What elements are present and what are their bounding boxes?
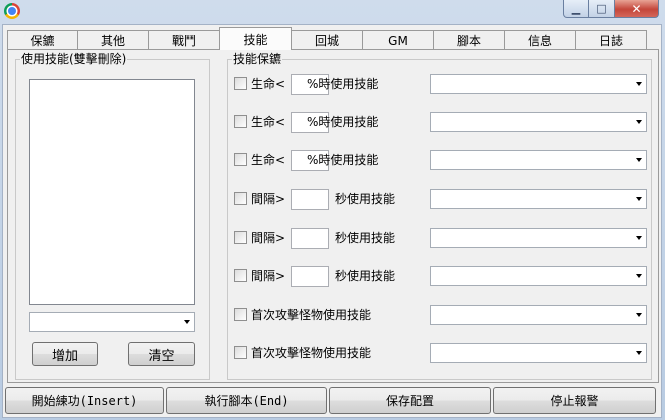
skill-list-title: 使用技能(雙擊刪除) xyxy=(20,52,128,66)
protect-row-skill-select[interactable] xyxy=(430,343,647,363)
skill-listbox[interactable] xyxy=(29,79,195,305)
protect-row-suffix: %時使用技能 xyxy=(307,77,379,91)
clear-skill-button[interactable]: 清空 xyxy=(128,342,195,366)
minimize-icon: ▁ xyxy=(571,2,581,15)
tab-1[interactable]: 其他 xyxy=(78,30,149,50)
protect-row-skill-select[interactable] xyxy=(430,266,647,286)
protect-row-label: 首次攻擊怪物使用技能 xyxy=(251,346,372,360)
maximize-button[interactable]: □ xyxy=(589,0,615,18)
close-icon: ✕ xyxy=(631,1,642,16)
protect-row-label: 生命< xyxy=(251,77,286,91)
tab-0[interactable]: 保鑣 xyxy=(7,30,78,50)
protect-row-checkbox[interactable] xyxy=(234,231,247,244)
tab-2[interactable]: 戰鬥 xyxy=(149,30,220,50)
protect-row-skill-select[interactable] xyxy=(430,189,647,209)
protect-row-value-input[interactable] xyxy=(291,266,329,287)
chevron-down-icon xyxy=(636,120,642,124)
chevron-down-icon xyxy=(636,158,642,162)
tab-6[interactable]: 腳本 xyxy=(434,30,505,50)
chevron-down-icon xyxy=(636,82,642,86)
skill-protect-group: 技能保鑣 xyxy=(227,52,652,380)
protect-row-checkbox[interactable] xyxy=(234,308,247,321)
add-skill-button[interactable]: 增加 xyxy=(32,342,98,366)
save-config-button[interactable]: 保存配置 xyxy=(329,387,491,414)
protect-row-label: 首次攻擊怪物使用技能 xyxy=(251,308,372,322)
title-bar[interactable]: ▁ □ ✕ xyxy=(0,0,665,22)
skill-protect-title: 技能保鑣 xyxy=(232,52,283,66)
chevron-down-icon xyxy=(636,274,642,278)
protect-row-label: 間隔> xyxy=(251,269,286,283)
chrome-icon xyxy=(4,3,20,19)
skill-select[interactable] xyxy=(29,312,195,332)
protect-row-checkbox[interactable] xyxy=(234,192,247,205)
chevron-down-icon xyxy=(184,320,190,324)
protect-row-suffix: 秒使用技能 xyxy=(335,192,396,206)
close-button[interactable]: ✕ xyxy=(615,0,659,18)
protect-row-value-input[interactable] xyxy=(291,189,329,210)
protect-row-checkbox[interactable] xyxy=(234,346,247,359)
tab-7[interactable]: 信息 xyxy=(505,30,576,50)
tab-5[interactable]: GM xyxy=(363,30,434,50)
client-area: 保鑣 其他 戰鬥 技能 回城 GM 腳本 信息 日誌 使用技能(雙擊刪除) 增加 清空 技能保鑣… xyxy=(2,24,662,418)
protect-row-skill-select[interactable] xyxy=(430,228,647,248)
tab-4[interactable]: 回城 xyxy=(292,30,363,50)
protect-row-suffix: 秒使用技能 xyxy=(335,269,396,283)
maximize-icon: □ xyxy=(596,2,607,15)
protect-row-checkbox[interactable] xyxy=(234,153,247,166)
tab-strip: 保鑣 其他 戰鬥 技能 回城 GM 腳本 信息 日誌 xyxy=(7,27,647,50)
tab-panel-skills: 使用技能(雙擊刪除) 增加 清空 技能保鑣 生命< %時使用技能 生命< %時使用技能… xyxy=(7,49,659,383)
tab-3[interactable]: 技能 xyxy=(219,27,292,50)
protect-row-label: 生命< xyxy=(251,115,286,129)
protect-row-checkbox[interactable] xyxy=(234,115,247,128)
protect-row-label: 間隔> xyxy=(251,192,286,206)
protect-row-skill-select[interactable] xyxy=(430,150,647,170)
minimize-button[interactable]: ▁ xyxy=(563,0,589,18)
tab-8[interactable]: 日誌 xyxy=(576,30,647,50)
protect-row-suffix: %時使用技能 xyxy=(307,153,379,167)
protect-row-suffix: %時使用技能 xyxy=(307,115,379,129)
chevron-down-icon xyxy=(636,313,642,317)
run-script-button[interactable]: 執行腳本(End) xyxy=(166,387,327,414)
protect-row-checkbox[interactable] xyxy=(234,269,247,282)
protect-row-suffix: 秒使用技能 xyxy=(335,231,396,245)
protect-row-skill-select[interactable] xyxy=(430,74,647,94)
stop-alarm-button[interactable]: 停止報警 xyxy=(493,387,656,414)
protect-row-skill-select[interactable] xyxy=(430,112,647,132)
chevron-down-icon xyxy=(636,236,642,240)
protect-row-label: 間隔> xyxy=(251,231,286,245)
protect-row-checkbox[interactable] xyxy=(234,77,247,90)
protect-row-skill-select[interactable] xyxy=(430,305,647,325)
window-frame: ▁ □ ✕ 保鑣 其他 戰鬥 技能 回城 GM 腳本 信息 日誌 使用技能(雙擊刪除) 增加 清… xyxy=(0,0,665,420)
protect-row-value-input[interactable] xyxy=(291,228,329,249)
protect-row-label: 生命< xyxy=(251,153,286,167)
window-controls: ▁ □ ✕ xyxy=(563,0,659,18)
chevron-down-icon xyxy=(636,197,642,201)
start-training-button[interactable]: 開始練功(Insert) xyxy=(5,387,164,414)
chevron-down-icon xyxy=(636,351,642,355)
